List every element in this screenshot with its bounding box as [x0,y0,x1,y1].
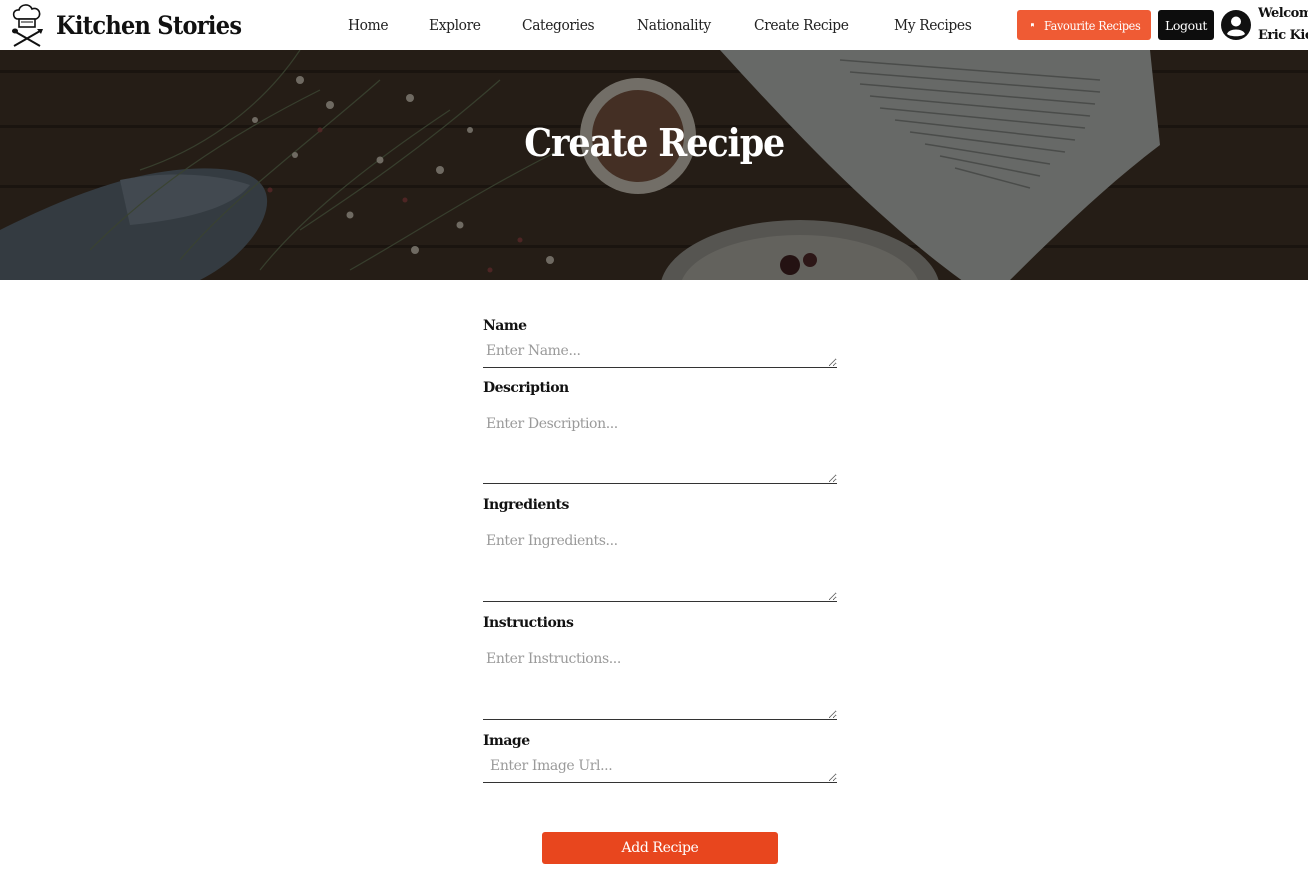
nav-link-create-recipe[interactable]: Create Recipe [754,16,849,34]
image-label: Image [483,733,530,749]
brand-name: Kitchen Stories [56,10,242,40]
favourite-recipes-button[interactable]: Favourite Recipes [1017,10,1151,40]
hero-banner: Create Recipe [0,50,1308,280]
nav-link-nationality[interactable]: Nationality [637,16,711,34]
user-circle-icon[interactable] [1221,10,1251,40]
chef-hat-utensils-icon [12,4,43,47]
description-label: Description [483,380,569,396]
brand[interactable]: Kitchen Stories [10,3,262,47]
create-recipe-form: Name Description Ingredients Instruction… [483,318,837,787]
main-nav: Home Explore Categories Nationality Crea… [348,0,1015,50]
instructions-field[interactable] [483,636,837,720]
bookmark-icon [1031,23,1034,27]
ingredients-label: Ingredients [483,497,569,513]
nav-link-explore[interactable]: Explore [429,16,481,34]
logout-button[interactable]: Logout [1158,10,1214,40]
nav-link-home[interactable]: Home [348,16,388,34]
user-name: Eric Kiok [1258,28,1308,43]
add-recipe-button[interactable]: Add Recipe [542,832,778,864]
favourite-recipes-label: Favourite Recipes [1043,17,1141,33]
welcome-label: Welcome [1258,6,1308,21]
nav-link-my-recipes[interactable]: My Recipes [894,16,972,34]
name-field[interactable] [483,340,837,368]
description-field[interactable] [483,401,837,484]
hero-background-image [0,50,1308,280]
page-title: Create Recipe [524,120,785,165]
nav-link-categories[interactable]: Categories [522,16,595,34]
welcome-message: Welcome Eric Kiok [1258,3,1308,47]
ingredients-field[interactable] [483,518,837,602]
instructions-label: Instructions [483,615,574,631]
name-label: Name [483,318,527,334]
image-url-field[interactable] [483,755,837,783]
